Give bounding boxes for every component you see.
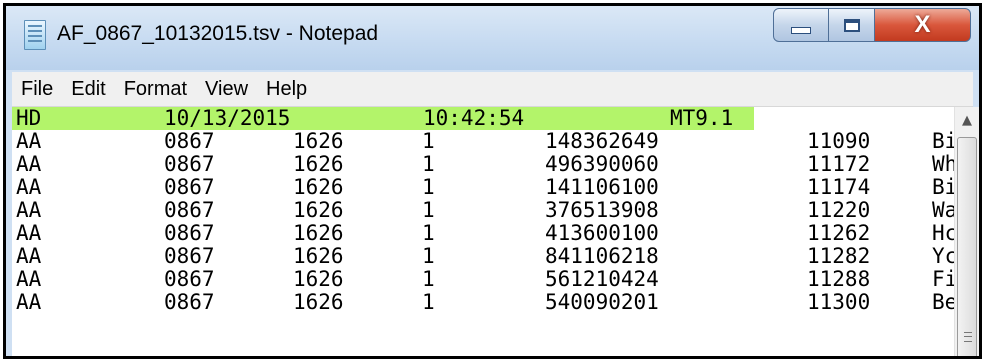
minimize-button[interactable] — [773, 8, 829, 42]
table-cell: 0867 — [164, 152, 215, 176]
data-rows: AA 0867 1626 1 148362649 11090 Bi AA 0867 1626 1 49… — [12, 130, 954, 314]
table-cell: 413600100 — [545, 221, 659, 245]
table-cell: 1 — [422, 221, 435, 245]
table-cell: Bi — [932, 129, 954, 153]
table-cell: 11288 — [807, 267, 871, 291]
header-record-type: HD — [16, 107, 42, 130]
table-cell: 1626 — [293, 152, 344, 176]
menu-help[interactable]: Help — [257, 78, 316, 101]
vertical-scrollbar[interactable]: ▲ — [954, 107, 979, 356]
table-cell: AA — [16, 198, 42, 222]
table-cell: 540090201 — [545, 290, 659, 314]
table-cell: AA — [16, 290, 42, 314]
table-cell: 11174 — [807, 175, 871, 199]
scroll-thumb[interactable] — [957, 137, 977, 356]
table-cell: 1626 — [293, 175, 344, 199]
table-cell: AA — [16, 221, 42, 245]
maximize-button[interactable] — [829, 8, 875, 42]
header-time: 10:42:54 — [423, 107, 525, 130]
table-cell: AA — [16, 267, 42, 291]
table-row: AA 0867 1626 1 141106100 11174 Bi — [12, 176, 954, 199]
table-cell: 11300 — [807, 290, 871, 314]
table-cell: 496390060 — [545, 152, 659, 176]
table-cell: Wa — [932, 198, 954, 222]
window-title: AF_0867_10132015.tsv - Notepad — [57, 22, 379, 45]
table-cell: 11090 — [807, 129, 871, 153]
table-cell: 1 — [422, 175, 435, 199]
table-cell: 148362649 — [545, 129, 659, 153]
table-row: AA 0867 1626 1 376513908 11220 Wa — [12, 199, 954, 222]
table-cell: AA — [16, 129, 42, 153]
table-cell: 141106100 — [545, 175, 659, 199]
menu-bar: File Edit Format View Help — [12, 72, 973, 107]
table-cell: 1 — [422, 152, 435, 176]
table-cell: 0867 — [164, 129, 215, 153]
table-row: AA 0867 1626 1 413600100 11262 Hc — [12, 222, 954, 245]
table-cell: 1 — [422, 244, 435, 268]
table-cell: Fi — [932, 267, 954, 291]
table-cell: 1 — [422, 129, 435, 153]
header-version: MT9.1 — [670, 107, 734, 130]
selection-highlight — [12, 107, 754, 130]
table-cell: 1626 — [293, 221, 344, 245]
table-cell: 0867 — [164, 175, 215, 199]
text-editor-area[interactable]: HD 10/13/2015 10:42:54 MT9.1 AA 0867 1626 1… — [12, 107, 954, 356]
grip-icon — [964, 332, 972, 342]
maximize-icon — [843, 18, 860, 32]
table-row: AA 0867 1626 1 841106218 11282 Yc — [12, 245, 954, 268]
table-cell: 0867 — [164, 290, 215, 314]
window-controls: X — [773, 8, 971, 42]
table-cell: Be — [932, 290, 954, 314]
table-row: AA 0867 1626 1 148362649 11090 Bi — [12, 130, 954, 153]
table-cell: 1626 — [293, 267, 344, 291]
table-cell: 1 — [422, 290, 435, 314]
header-row: HD 10/13/2015 10:42:54 MT9.1 — [12, 107, 954, 130]
table-cell: AA — [16, 244, 42, 268]
table-row: AA 0867 1626 1 496390060 11172 Wh — [12, 153, 954, 176]
table-cell: 1626 — [293, 244, 344, 268]
header-date: 10/13/2015 — [164, 107, 291, 130]
notepad-window: AF_0867_10132015.tsv - Notepad X File Ed… — [3, 3, 982, 359]
table-cell: 0867 — [164, 267, 215, 291]
close-button[interactable]: X — [875, 8, 971, 42]
table-cell: 1626 — [293, 198, 344, 222]
menu-edit[interactable]: Edit — [62, 78, 114, 101]
table-cell: 376513908 — [545, 198, 659, 222]
table-cell: 11262 — [807, 221, 871, 245]
table-cell: AA — [16, 152, 42, 176]
table-cell: 561210424 — [545, 267, 659, 291]
table-cell: Bi — [932, 175, 954, 199]
table-cell: 0867 — [164, 198, 215, 222]
table-cell: 1 — [422, 267, 435, 291]
table-row: AA 0867 1626 1 561210424 11288 Fi — [12, 268, 954, 291]
notepad-icon[interactable] — [24, 20, 46, 50]
table-cell: Yc — [932, 244, 954, 268]
minimize-icon — [791, 26, 811, 34]
menu-file[interactable]: File — [12, 78, 62, 101]
scroll-up-arrow-icon[interactable]: ▲ — [955, 107, 979, 133]
table-cell: 11282 — [807, 244, 871, 268]
table-cell: 1626 — [293, 129, 344, 153]
table-cell: 0867 — [164, 221, 215, 245]
title-bar[interactable]: AF_0867_10132015.tsv - Notepad X — [6, 6, 979, 70]
table-cell: 1626 — [293, 290, 344, 314]
table-cell: Wh — [932, 152, 954, 176]
menu-view[interactable]: View — [196, 78, 257, 101]
table-cell: 11172 — [807, 152, 871, 176]
table-cell: Hc — [932, 221, 954, 245]
table-cell: 11220 — [807, 198, 871, 222]
table-cell: 841106218 — [545, 244, 659, 268]
menu-format[interactable]: Format — [115, 78, 196, 101]
table-cell: AA — [16, 175, 42, 199]
table-cell: 1 — [422, 198, 435, 222]
table-cell: 0867 — [164, 244, 215, 268]
table-row: AA 0867 1626 1 540090201 11300 Be — [12, 291, 954, 314]
close-icon: X — [914, 11, 931, 38]
